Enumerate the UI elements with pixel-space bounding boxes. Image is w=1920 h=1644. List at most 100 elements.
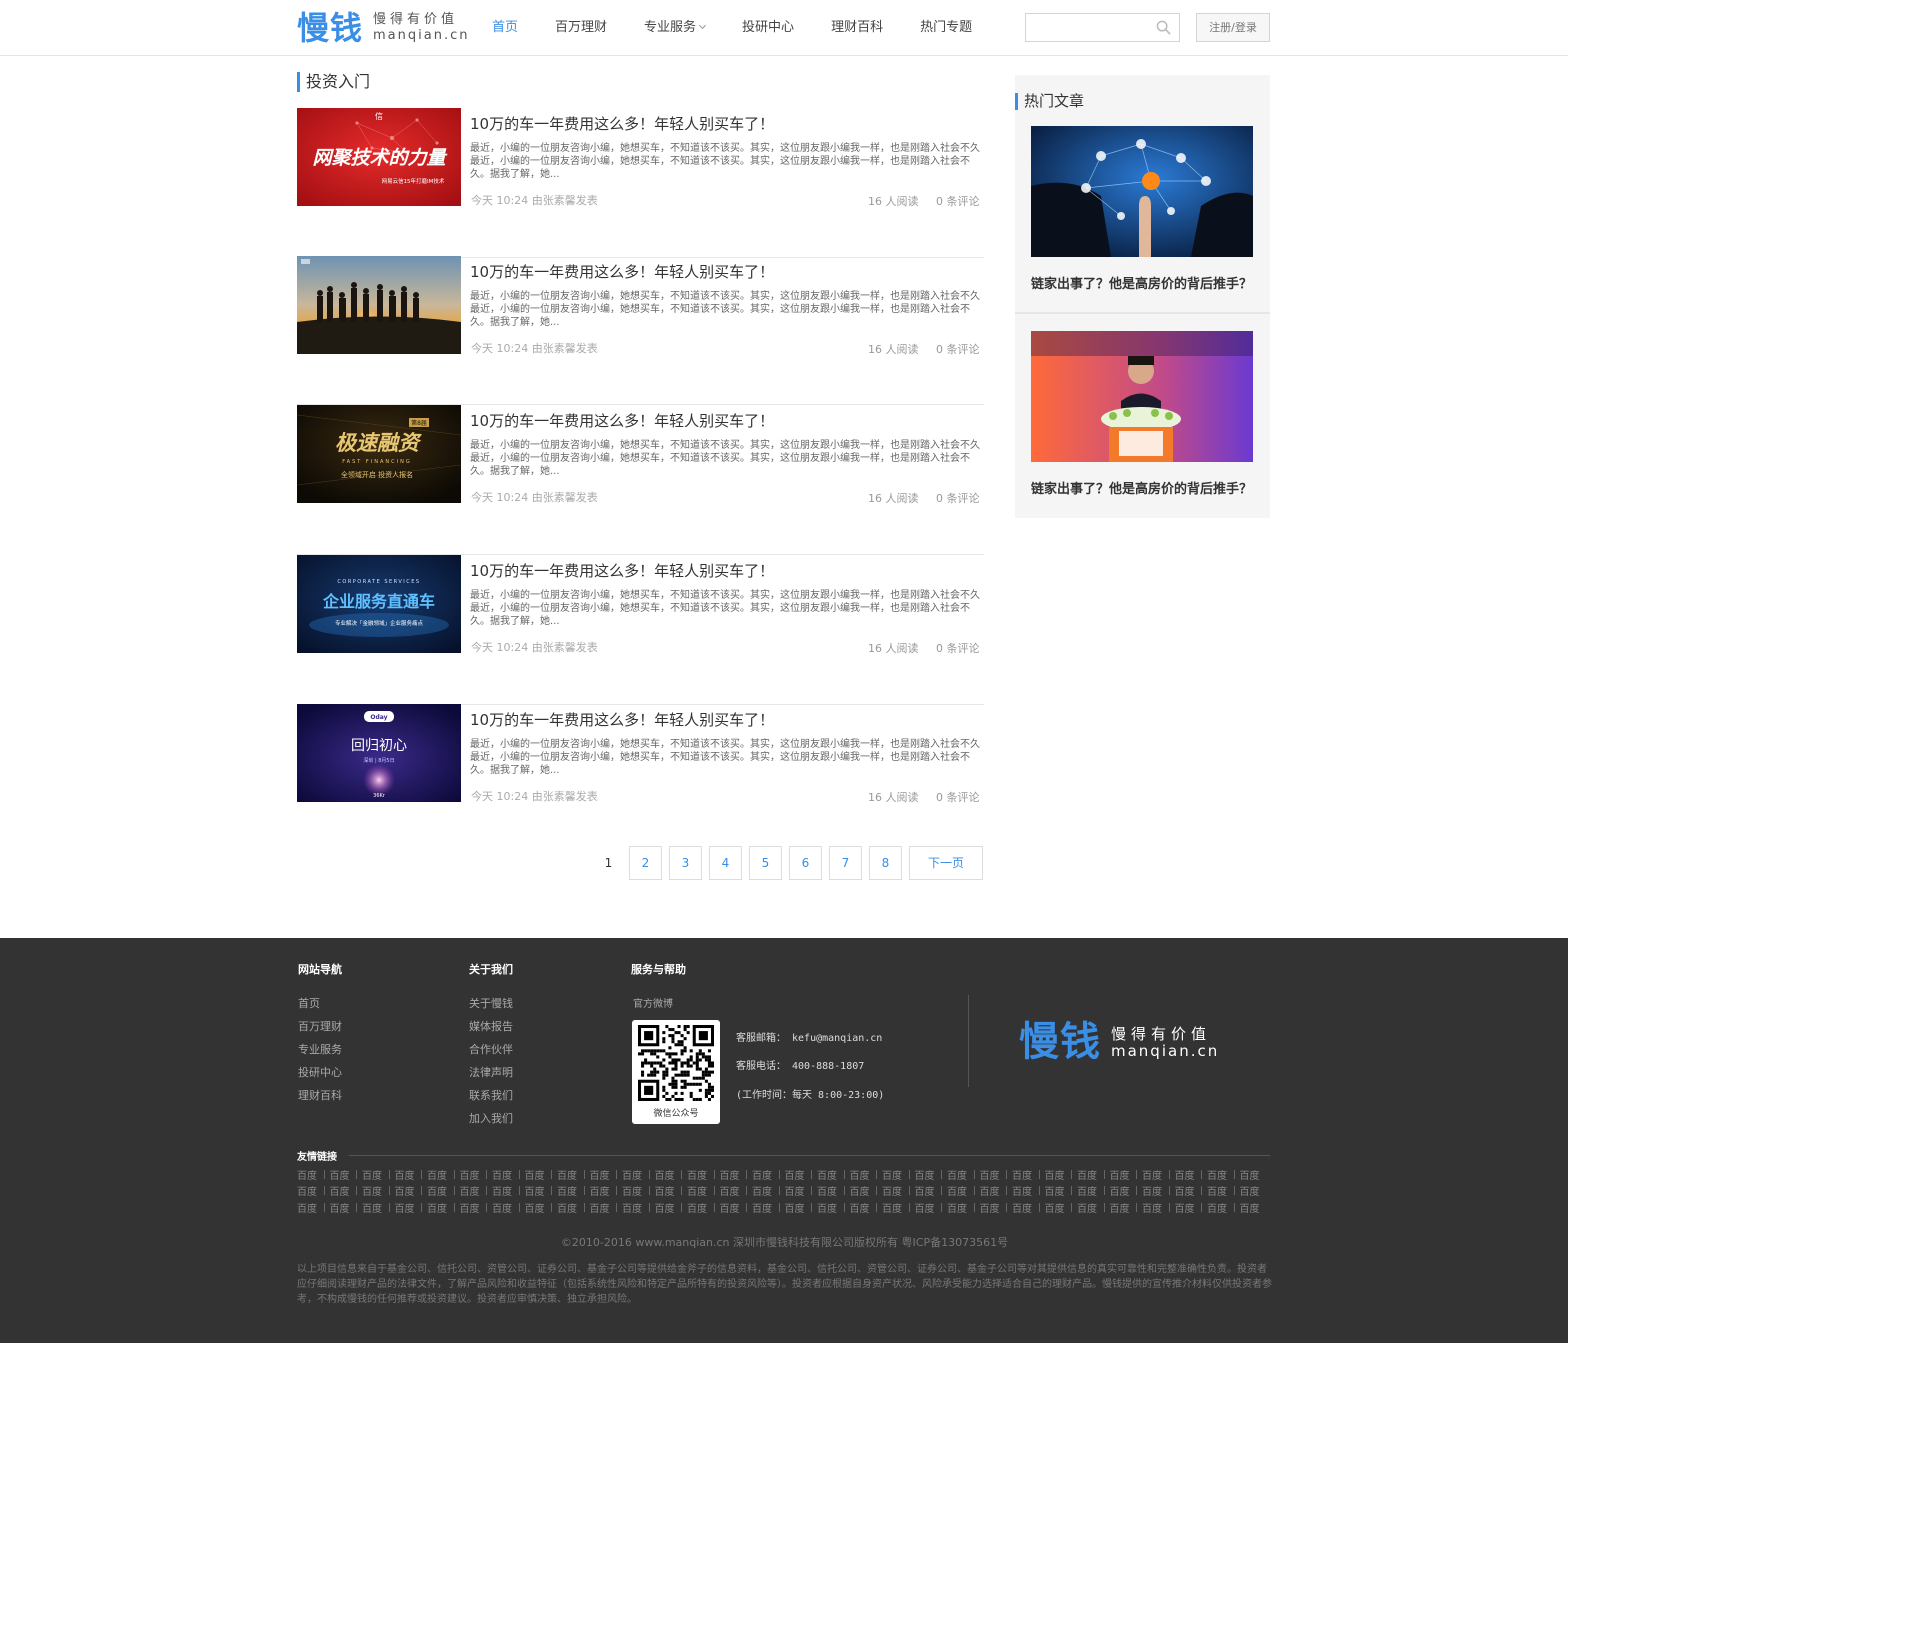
footer-about-link[interactable]: 法律声明 (469, 1064, 513, 1080)
nav-item-research[interactable]: 投研中心 (742, 0, 794, 56)
search-input[interactable] (1026, 14, 1151, 41)
friend-link[interactable]: 百度 (720, 1183, 753, 1198)
article-thumbnail[interactable]: Oday 回归初心 深圳 | 8月5日 36Kr (297, 704, 461, 802)
friend-link[interactable]: 百度 (330, 1200, 363, 1215)
friend-link[interactable]: 百度 (492, 1200, 525, 1215)
friend-link[interactable]: 百度 (785, 1167, 818, 1182)
friend-link[interactable]: 百度 (297, 1183, 330, 1198)
friend-link[interactable]: 百度 (557, 1183, 590, 1198)
article-thumbnail[interactable]: 第8届 极速融资 FAST FINANCING 全领域开启 投资人报名 (297, 405, 461, 503)
footer-about-link[interactable]: 关于慢钱 (469, 995, 513, 1011)
friend-link[interactable]: 百度 (460, 1183, 493, 1198)
friend-link[interactable]: 百度 (525, 1200, 558, 1215)
friend-link[interactable]: 百度 (882, 1183, 915, 1198)
page-button[interactable]: 2 (629, 846, 662, 880)
friend-link[interactable]: 百度 (297, 1167, 330, 1182)
footer-about-link[interactable]: 加入我们 (469, 1110, 513, 1126)
nav-item-hot-topics[interactable]: 热门专题 (920, 0, 972, 56)
friend-link[interactable]: 百度 (947, 1200, 980, 1215)
friend-link[interactable]: 百度 (1207, 1183, 1240, 1198)
search-icon[interactable] (1156, 20, 1171, 35)
friend-link[interactable]: 百度 (687, 1200, 720, 1215)
friend-link[interactable]: 百度 (655, 1183, 688, 1198)
footer-nav-link[interactable]: 专业服务 (298, 1041, 342, 1057)
friend-link[interactable]: 百度 (752, 1183, 785, 1198)
friend-link[interactable]: 百度 (655, 1167, 688, 1182)
friend-link[interactable]: 百度 (330, 1183, 363, 1198)
hot-article-image[interactable] (1031, 331, 1253, 462)
footer-nav-link[interactable]: 首页 (298, 995, 320, 1011)
page-button[interactable]: 4 (709, 846, 742, 880)
friend-link[interactable]: 百度 (817, 1183, 850, 1198)
friend-link[interactable]: 百度 (1240, 1200, 1273, 1215)
article-thumbnail[interactable]: 信 网聚技术的力量 网易云信15年打磨IM技术 (297, 108, 461, 206)
friend-link[interactable]: 百度 (882, 1200, 915, 1215)
article-thumbnail[interactable] (297, 256, 461, 354)
friend-link[interactable]: 百度 (362, 1200, 395, 1215)
friend-link[interactable]: 百度 (297, 1200, 330, 1215)
footer-about-link[interactable]: 媒体报告 (469, 1018, 513, 1034)
article-title[interactable]: 10万的车一年费用这么多！年轻人别买车了！ (470, 560, 774, 581)
friend-link[interactable]: 百度 (947, 1183, 980, 1198)
page-button[interactable]: 6 (789, 846, 822, 880)
friend-link[interactable]: 百度 (427, 1183, 460, 1198)
friend-link[interactable]: 百度 (1110, 1200, 1143, 1215)
friend-link[interactable]: 百度 (980, 1183, 1013, 1198)
friend-link[interactable]: 百度 (1175, 1200, 1208, 1215)
friend-link[interactable]: 百度 (590, 1167, 623, 1182)
login-register-button[interactable]: 注册/登录 (1196, 13, 1270, 42)
friend-link[interactable]: 百度 (1175, 1167, 1208, 1182)
friend-link[interactable]: 百度 (785, 1200, 818, 1215)
friend-link[interactable]: 百度 (655, 1200, 688, 1215)
friend-link[interactable]: 百度 (557, 1167, 590, 1182)
friend-link[interactable]: 百度 (752, 1167, 785, 1182)
hot-article-title[interactable]: 链家出事了？他是高房价的背后推手？ (1031, 273, 1253, 292)
friend-link[interactable]: 百度 (915, 1183, 948, 1198)
friend-link[interactable]: 百度 (525, 1167, 558, 1182)
friend-link[interactable]: 百度 (752, 1200, 785, 1215)
article-title[interactable]: 10万的车一年费用这么多！年轻人别买车了！ (470, 113, 774, 134)
friend-link[interactable]: 百度 (590, 1183, 623, 1198)
friend-link[interactable]: 百度 (850, 1200, 883, 1215)
friend-link[interactable]: 百度 (785, 1183, 818, 1198)
footer-about-link[interactable]: 合作伙伴 (469, 1041, 513, 1057)
friend-link[interactable]: 百度 (947, 1167, 980, 1182)
friend-link[interactable]: 百度 (590, 1200, 623, 1215)
friend-link[interactable]: 百度 (915, 1167, 948, 1182)
site-logo[interactable]: 慢钱 慢得有价值 manqian.cn (297, 11, 469, 45)
page-button[interactable]: 5 (749, 846, 782, 880)
nav-item-million-finance[interactable]: 百万理财 (555, 0, 607, 56)
article-comment-count[interactable]: 0 条评论 (936, 789, 980, 805)
nav-item-home[interactable]: 首页 (492, 0, 518, 56)
friend-link[interactable]: 百度 (915, 1200, 948, 1215)
article-title[interactable]: 10万的车一年费用这么多！年轻人别买车了！ (470, 410, 774, 431)
friend-link[interactable]: 百度 (460, 1167, 493, 1182)
friend-link[interactable]: 百度 (1077, 1183, 1110, 1198)
article-comment-count[interactable]: 0 条评论 (936, 640, 980, 656)
friend-link[interactable]: 百度 (850, 1167, 883, 1182)
friend-link[interactable]: 百度 (460, 1200, 493, 1215)
friend-link[interactable]: 百度 (1110, 1183, 1143, 1198)
friend-link[interactable]: 百度 (1240, 1183, 1273, 1198)
footer-about-link[interactable]: 联系我们 (469, 1087, 513, 1103)
friend-link[interactable]: 百度 (1207, 1200, 1240, 1215)
friend-link[interactable]: 百度 (850, 1183, 883, 1198)
friend-link[interactable]: 百度 (1077, 1167, 1110, 1182)
article-title[interactable]: 10万的车一年费用这么多！年轻人别买车了！ (470, 261, 774, 282)
friend-link[interactable]: 百度 (492, 1167, 525, 1182)
friend-link[interactable]: 百度 (622, 1183, 655, 1198)
friend-link[interactable]: 百度 (687, 1167, 720, 1182)
friend-link[interactable]: 百度 (525, 1183, 558, 1198)
friend-link[interactable]: 百度 (1110, 1167, 1143, 1182)
friend-link[interactable]: 百度 (1045, 1200, 1078, 1215)
friend-link[interactable]: 百度 (395, 1183, 428, 1198)
page-button[interactable]: 7 (829, 846, 862, 880)
page-button[interactable]: 3 (669, 846, 702, 880)
friend-link[interactable]: 百度 (1045, 1167, 1078, 1182)
friend-link[interactable]: 百度 (1142, 1200, 1175, 1215)
friend-link[interactable]: 百度 (492, 1183, 525, 1198)
friend-link[interactable]: 百度 (362, 1167, 395, 1182)
friend-link[interactable]: 百度 (330, 1167, 363, 1182)
next-page-button[interactable]: 下一页 (909, 846, 983, 880)
friend-link[interactable]: 百度 (1077, 1200, 1110, 1215)
